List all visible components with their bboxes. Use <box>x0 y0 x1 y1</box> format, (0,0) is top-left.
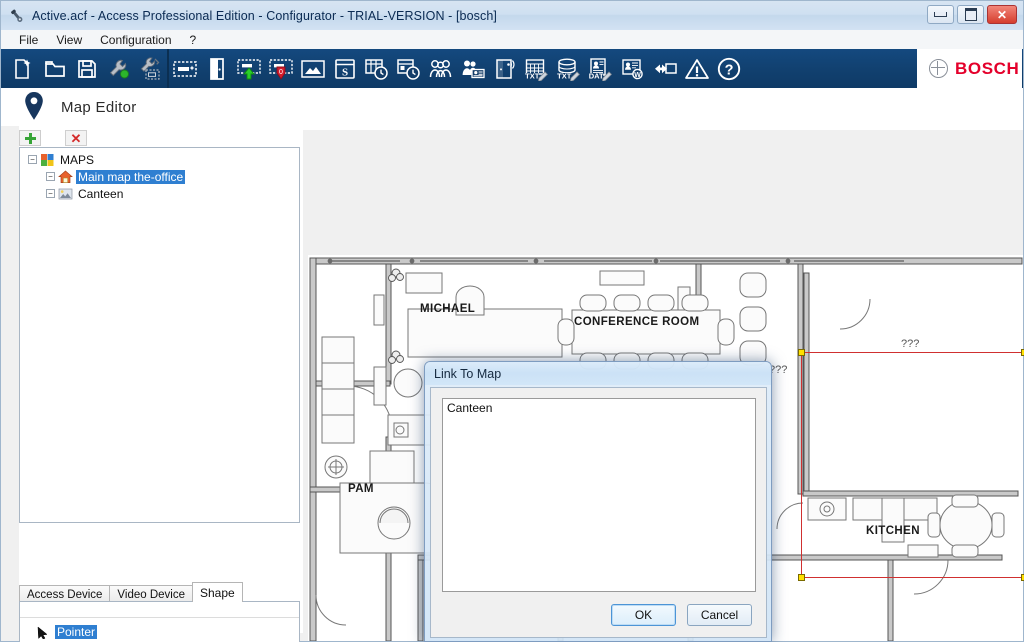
dialog-title-bar: Link To Map <box>425 362 771 385</box>
map-editor-icon[interactable] <box>298 53 328 84</box>
dialog-buttons: OK Cancel <box>431 600 766 630</box>
bosch-wordmark: BOSCH <box>955 58 1020 78</box>
shape-item-pointer[interactable]: Pointer <box>20 624 299 640</box>
tree-node-label: MAPS <box>60 152 95 167</box>
expander-icon[interactable]: − <box>46 189 55 198</box>
canteen-map-icon <box>58 187 73 201</box>
map-tree-panel: ✕ − MAPS − Main map the-office − Canteen… <box>19 130 302 642</box>
wrench-device-icon[interactable] <box>136 53 166 84</box>
workspace-background <box>303 130 1023 255</box>
door-icon[interactable] <box>202 53 232 84</box>
dialog-title: Link To Map <box>434 366 502 381</box>
menu-item-configuration[interactable]: Configuration <box>91 32 180 48</box>
map-label-michael: MICHAEL <box>420 303 476 315</box>
expander-icon[interactable]: − <box>46 172 55 181</box>
map-label-kitchen: KITCHEN <box>866 525 920 537</box>
window-controls: ✕ <box>927 5 1017 24</box>
wireless-door-icon[interactable] <box>490 53 520 84</box>
minimize-button[interactable] <box>927 5 954 24</box>
svg-text:?: ? <box>725 62 734 78</box>
close-button[interactable]: ✕ <box>987 5 1017 24</box>
wrench-settings-icon[interactable] <box>104 53 134 84</box>
tab-video-device[interactable]: Video Device <box>109 585 193 602</box>
ok-button[interactable]: OK <box>611 604 676 626</box>
menu-bar: File View Configuration ? <box>1 30 1023 50</box>
persons-group-icon[interactable] <box>426 53 456 84</box>
shape-item-label: Pointer <box>55 625 98 639</box>
help-icon[interactable]: ? <box>714 53 744 84</box>
data-report-icon[interactable]: DAT <box>586 53 616 84</box>
new-file-icon[interactable] <box>8 53 38 84</box>
menu-item-help[interactable]: ? <box>181 32 206 48</box>
app-icon <box>8 7 26 25</box>
card-reader-icon[interactable] <box>170 53 200 84</box>
menu-item-view[interactable]: View <box>47 32 91 48</box>
link-to-map-dialog: Link To Map Canteen OK Cancel <box>424 361 772 642</box>
tab-access-device[interactable]: Access Device <box>19 585 111 602</box>
schedule-s-icon[interactable]: S <box>330 53 360 84</box>
cancel-button[interactable]: Cancel <box>687 604 752 626</box>
day-model-icon[interactable] <box>394 53 424 84</box>
svg-text:TXT: TXT <box>557 71 572 80</box>
badge-icon[interactable] <box>650 53 680 84</box>
dialog-body: Canteen OK Cancel <box>430 387 767 638</box>
report-txt-icon[interactable]: TXT <box>522 53 552 84</box>
left-gutter <box>1 126 19 641</box>
close-icon: ✕ <box>996 7 1008 22</box>
svg-text:W: W <box>634 72 641 79</box>
map-label-pam: PAM <box>348 483 374 495</box>
bosch-logo-icon <box>929 59 948 78</box>
page-title: Map Editor <box>61 98 137 116</box>
tree-node-label: Main map the-office <box>76 169 186 184</box>
tree-toolbar: ✕ <box>19 130 302 146</box>
list-item[interactable]: Canteen <box>443 399 755 415</box>
menu-item-file[interactable]: File <box>10 32 47 48</box>
delete-map-button[interactable]: ✕ <box>65 130 87 146</box>
entrance-in-icon[interactable] <box>234 53 264 84</box>
shape-toolbar <box>20 602 299 618</box>
tab-shape[interactable]: Shape <box>191 582 243 602</box>
pointer-cursor-icon <box>34 625 52 640</box>
application-window: Active.acf - Access Professional Edition… <box>0 0 1024 642</box>
time-model-icon[interactable] <box>362 53 392 84</box>
map-label-conference-room: CONFERENCE ROOM <box>574 316 700 328</box>
device-tabs: Access Device Video Device Shape <box>19 582 300 602</box>
save-disk-icon[interactable] <box>72 53 102 84</box>
tree-node-maps[interactable]: − MAPS <box>20 148 299 168</box>
svg-text:S: S <box>342 66 348 78</box>
tree-node-label: Canteen <box>78 186 124 201</box>
shape-tab-panel: Pointer Rectangle <box>19 601 300 642</box>
word-report-icon[interactable]: W <box>618 53 648 84</box>
title-bar: Active.acf - Access Professional Edition… <box>1 1 1023 30</box>
bosch-brand: BOSCH <box>917 49 1022 88</box>
warning-icon[interactable] <box>682 53 712 84</box>
main-toolbar: 0 S TXT TXT DAT W ? BOSCH <box>1 49 1023 88</box>
person-card-icon[interactable] <box>458 53 488 84</box>
expander-icon[interactable]: − <box>28 155 37 164</box>
svg-text:DAT: DAT <box>589 71 604 80</box>
map-label-unknown-1: ??? <box>901 338 920 350</box>
toolbar-separator <box>167 49 169 88</box>
open-folder-icon[interactable] <box>40 53 70 84</box>
page-header: Map Editor <box>1 88 1023 126</box>
maps-folder-icon <box>40 153 55 167</box>
entrance-out-icon[interactable]: 0 <box>266 53 296 84</box>
delete-x-icon: ✕ <box>70 130 82 146</box>
add-map-button[interactable] <box>19 130 41 146</box>
tree-node-main-map[interactable]: − Main map the-office <box>20 168 299 185</box>
home-map-icon <box>58 170 73 184</box>
database-txt-icon[interactable]: TXT <box>554 53 584 84</box>
maximize-button[interactable] <box>957 5 984 24</box>
map-tree[interactable]: − MAPS − Main map the-office − Canteen <box>19 147 300 523</box>
map-link-listbox[interactable]: Canteen <box>442 398 756 592</box>
plus-icon <box>24 132 36 144</box>
svg-text:TXT: TXT <box>525 71 540 80</box>
svg-text:0: 0 <box>279 69 283 76</box>
tree-node-canteen[interactable]: − Canteen <box>20 185 299 202</box>
location-pin-icon <box>23 91 45 124</box>
window-title: Active.acf - Access Professional Edition… <box>32 8 497 23</box>
shape-list[interactable]: Pointer Rectangle <box>20 618 299 642</box>
